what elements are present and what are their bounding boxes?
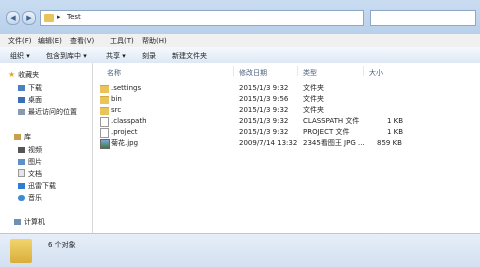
file-row[interactable]: src 2015/1/3 9:32 文件夹 (93, 105, 480, 116)
item-count: 6 个对象 (48, 241, 76, 249)
file-row[interactable]: .project 2015/1/3 9:32 PROJECT 文件 1 KB (93, 127, 480, 138)
folder-icon (10, 239, 32, 263)
file-type: 文件夹 (303, 106, 324, 114)
file-date: 2015/1/3 9:56 (239, 95, 289, 103)
sidebar-item-desktop[interactable]: 桌面 (18, 95, 42, 105)
file-date: 2015/1/3 9:32 (239, 117, 289, 125)
back-button[interactable]: ◀ (6, 11, 20, 25)
file-name: .settings (111, 84, 142, 92)
column-header-size[interactable]: 大小 (369, 68, 383, 78)
file-name: bin (111, 95, 122, 103)
file-size: 1 KB (387, 117, 404, 125)
file-size: 1 KB (387, 128, 404, 136)
file-type: 文件夹 (303, 95, 324, 103)
sidebar-item-computer[interactable]: 计算机 (14, 217, 45, 227)
file-row[interactable]: 菊花.jpg 2009/7/14 13:32 2345看图王 JPG ... 8… (93, 138, 480, 149)
chevron-right-icon: ▸ (57, 13, 61, 21)
new-folder-button[interactable]: 新建文件夹 (172, 51, 207, 61)
file-type: CLASSPATH 文件 (303, 117, 360, 125)
library-icon (14, 134, 21, 140)
sidebar-item-favorites[interactable]: ★ 收藏夹 (8, 70, 39, 80)
title-bar: ◀ ▶ ▸ Test (0, 0, 480, 34)
column-divider[interactable] (363, 66, 364, 76)
file-row[interactable]: .settings 2015/1/3 9:32 文件夹 (93, 83, 480, 94)
thunder-download-icon (18, 183, 25, 189)
file-date: 2015/1/3 9:32 (239, 106, 289, 114)
menu-view[interactable]: 查看(V) (70, 36, 94, 46)
column-divider[interactable] (297, 66, 298, 76)
file-list: 名称 修改日期 类型 大小 .settings 2015/1/3 9:32 文件… (93, 63, 480, 233)
file-type: 2345看图王 JPG ... (303, 139, 365, 147)
file-date: 2015/1/3 9:32 (239, 128, 289, 136)
file-date: 2015/1/3 9:32 (239, 84, 289, 92)
recent-places-icon (18, 109, 25, 115)
sidebar-item-documents[interactable]: 文档 (18, 169, 42, 179)
file-type: 文件夹 (303, 84, 324, 92)
sidebar-item-thunder[interactable]: 迅雷下载 (18, 181, 56, 191)
menu-tools[interactable]: 工具(T) (110, 36, 134, 46)
sidebar-item-music[interactable]: 音乐 (18, 193, 42, 203)
sidebar-item-pictures[interactable]: 图片 (18, 157, 42, 167)
document-icon (18, 169, 25, 177)
sidebar-item-libraries[interactable]: 库 (14, 132, 31, 142)
sidebar-item-downloads[interactable]: 下载 (18, 83, 42, 93)
file-icon (100, 128, 109, 138)
file-size: 859 KB (377, 139, 402, 147)
burn-button[interactable]: 刻录 (142, 51, 156, 61)
file-name: src (111, 106, 122, 114)
star-icon: ★ (8, 70, 16, 79)
folder-icon (100, 96, 109, 104)
search-input[interactable] (370, 10, 476, 26)
file-date: 2009/7/14 13:32 (239, 139, 298, 147)
breadcrumb[interactable]: Test (67, 13, 81, 21)
column-header-type[interactable]: 类型 (303, 68, 317, 78)
column-divider[interactable] (233, 66, 234, 76)
file-name: .project (111, 128, 138, 136)
sidebar-item-recent[interactable]: 最近访问的位置 (18, 107, 77, 117)
command-toolbar: 组织 ▾ 包含到库中 ▾ 共享 ▾ 刻录 新建文件夹 (0, 47, 480, 64)
sidebar-item-videos[interactable]: 视频 (18, 145, 42, 155)
file-row[interactable]: bin 2015/1/3 9:56 文件夹 (93, 94, 480, 105)
address-bar[interactable]: ▸ Test (40, 10, 364, 26)
desktop-icon (18, 97, 25, 103)
file-name: 菊花.jpg (111, 139, 139, 147)
image-file-icon (100, 139, 110, 149)
column-header-date[interactable]: 修改日期 (239, 68, 267, 78)
include-in-library-button[interactable]: 包含到库中 ▾ (46, 51, 87, 61)
menu-bar: 文件(F) 编辑(E) 查看(V) 工具(T) 帮助(H) (0, 34, 480, 48)
video-icon (18, 147, 25, 153)
computer-icon (14, 219, 21, 225)
folder-icon (44, 14, 54, 22)
share-button[interactable]: 共享 ▾ (106, 51, 126, 61)
file-type: PROJECT 文件 (303, 128, 350, 136)
folder-icon (100, 107, 109, 115)
navigation-pane: ★ 收藏夹 下载 桌面 最近访问的位置 库 视频 图片 文档 迅雷下载 音乐 计算… (0, 63, 93, 233)
menu-edit[interactable]: 编辑(E) (38, 36, 62, 46)
menu-help[interactable]: 帮助(H) (142, 36, 167, 46)
forward-button[interactable]: ▶ (22, 11, 36, 25)
picture-icon (18, 159, 25, 165)
download-icon (18, 85, 25, 91)
organize-button[interactable]: 组织 ▾ (10, 51, 30, 61)
menu-file[interactable]: 文件(F) (8, 36, 32, 46)
details-pane: 6 个对象 (0, 233, 480, 267)
music-icon (18, 195, 25, 201)
file-icon (100, 117, 109, 127)
file-row[interactable]: .classpath 2015/1/3 9:32 CLASSPATH 文件 1 … (93, 116, 480, 127)
file-name: .classpath (111, 117, 147, 125)
folder-icon (100, 85, 109, 93)
column-header-name[interactable]: 名称 (107, 68, 121, 78)
